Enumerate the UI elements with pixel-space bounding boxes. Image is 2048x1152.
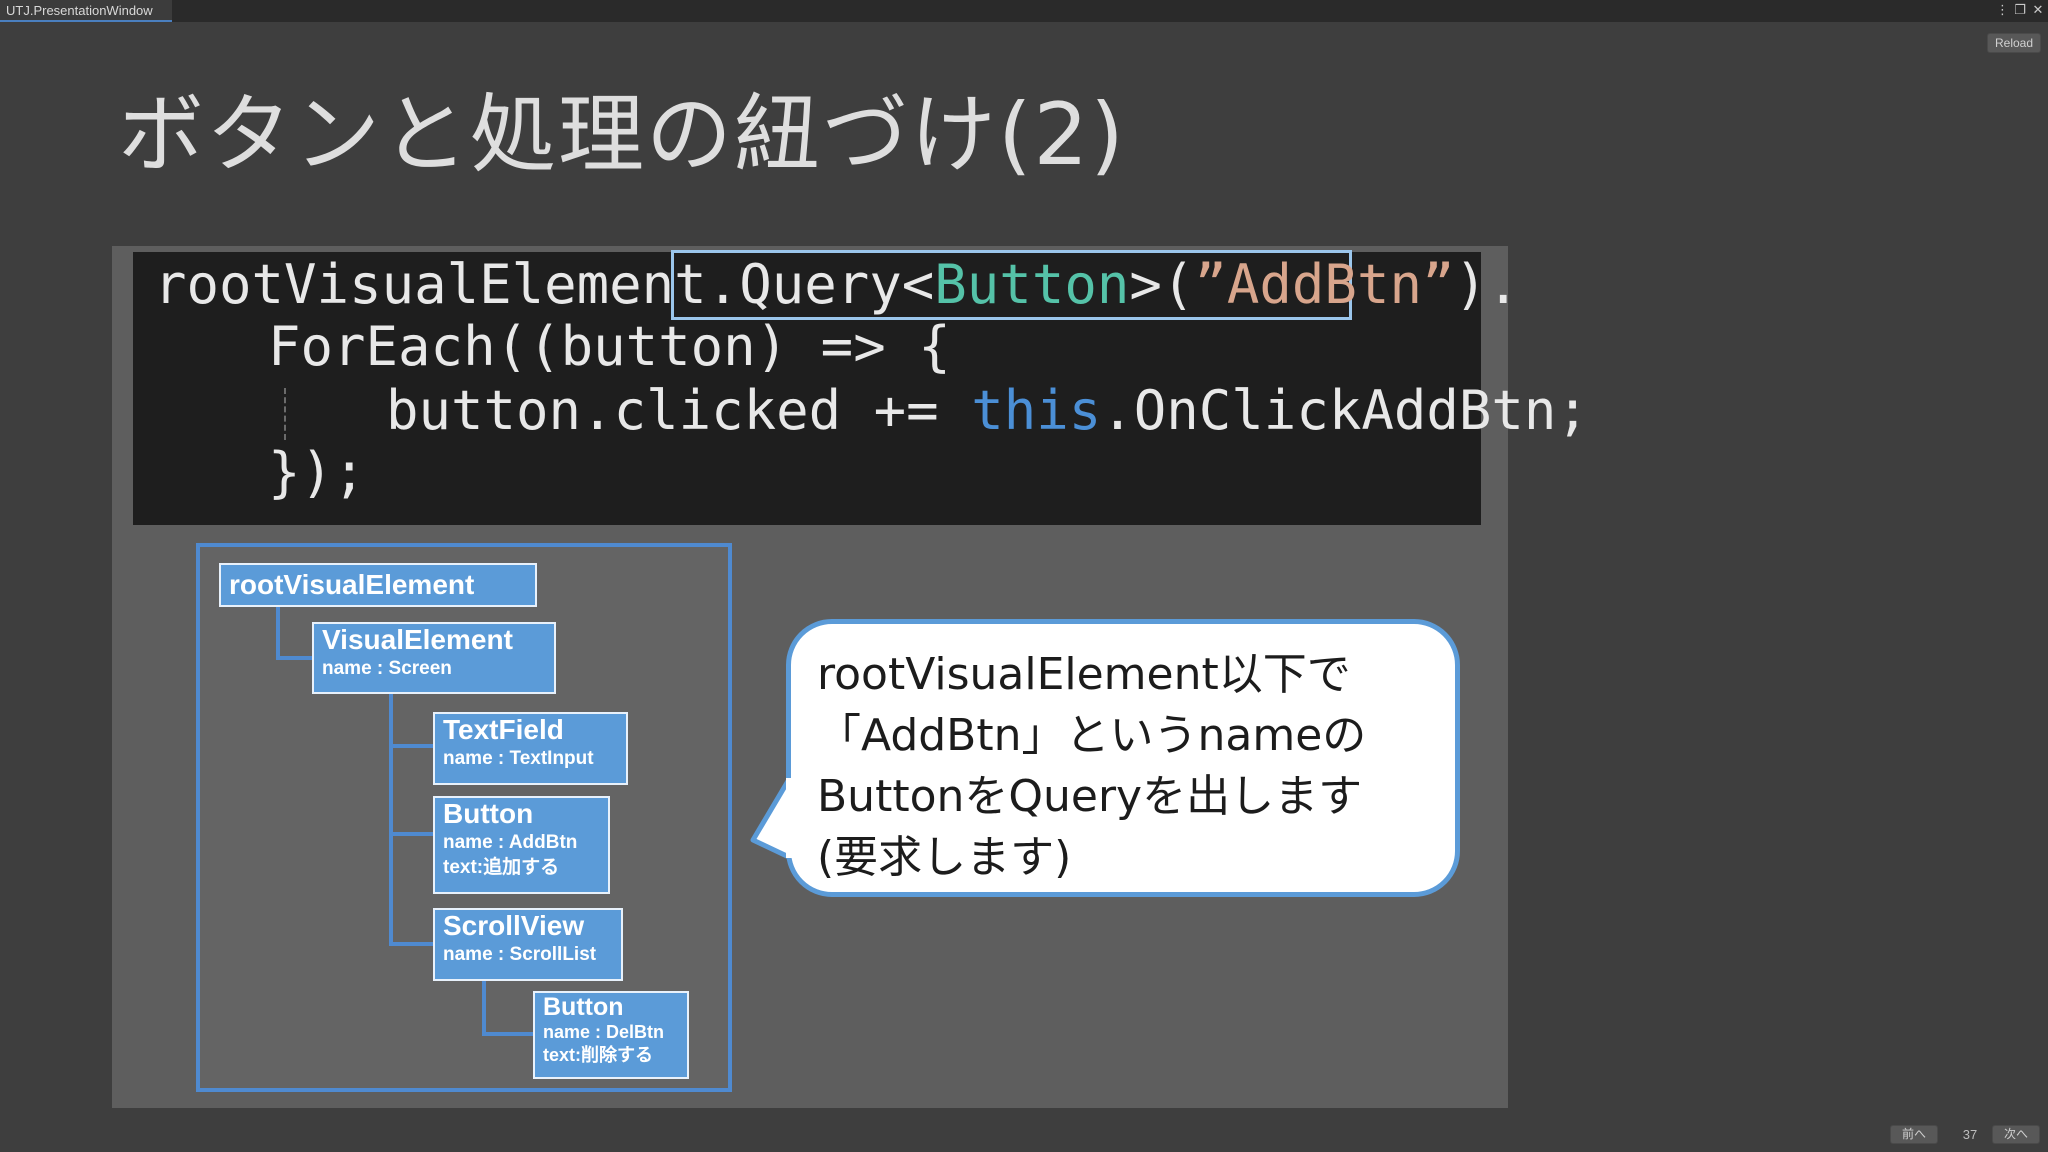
tree-node-del-button: Button name : DelBtn text:削除する	[533, 991, 689, 1079]
title-bar: UTJ.PresentationWindow ⋮ ❐ ✕	[0, 0, 2048, 22]
tree-connector	[276, 656, 314, 660]
node-title: TextField	[443, 714, 564, 745]
tree-node-add-button: Button name : AddBtn text:追加する	[433, 796, 610, 894]
code-line-3: button.clicked += this.OnClickAddBtn;	[386, 380, 1589, 442]
tree-connector	[482, 980, 486, 1036]
code-dot: .	[1487, 253, 1520, 316]
code-type-button: Button	[934, 253, 1130, 316]
close-icon[interactable]: ✕	[2032, 0, 2044, 22]
next-slide-button[interactable]: 次へ	[1992, 1125, 2040, 1144]
indent-guide	[284, 388, 286, 440]
node-title: Button	[543, 993, 624, 1021]
node-title: ScrollView	[443, 910, 585, 941]
tree-connector	[482, 1032, 534, 1036]
tree-node-visual-element: VisualElement name : Screen	[312, 622, 556, 694]
node-text: text:追加する	[443, 857, 560, 878]
tree-connector	[389, 832, 435, 836]
code-paren-close: )	[1454, 253, 1487, 316]
window-tab[interactable]: UTJ.PresentationWindow	[0, 0, 172, 22]
callout-line: (要求します)	[817, 832, 1072, 883]
tree-connector	[389, 744, 435, 748]
code-string-addbtn: ”AddBtn”	[1194, 253, 1455, 316]
callout-line: rootVisualElement以下で	[817, 649, 1351, 700]
tree-node-root: rootVisualElement	[219, 563, 537, 607]
reload-button[interactable]: Reload	[1987, 33, 2041, 53]
tree-node-scrollview: ScrollView name : ScrollList	[433, 908, 623, 981]
code-query-method: Query<	[739, 253, 935, 316]
node-name: name : TextInput	[443, 748, 594, 769]
tree-node-textfield: TextField name : TextInput	[433, 712, 628, 785]
code-clicked: button.clicked +=	[386, 379, 972, 442]
code-line-2: ForEach((button) => {	[268, 315, 951, 378]
prev-slide-button[interactable]: 前へ	[1890, 1125, 1938, 1144]
callout-line: ButtonをQueryを出します	[817, 771, 1363, 822]
node-title: rootVisualElement	[229, 569, 475, 600]
tree-connector	[389, 694, 393, 946]
code-line-4: });	[268, 441, 366, 504]
code-paren-open: >(	[1129, 253, 1195, 316]
tree-connector	[276, 606, 280, 660]
node-title: VisualElement	[322, 624, 513, 655]
page-number: 37	[1962, 1127, 1978, 1142]
window-controls: ⋮ ❐ ✕	[1996, 0, 2044, 22]
node-title: Button	[443, 798, 534, 829]
callout-bubble: rootVisualElement以下で 「AddBtn」というnameの Bu…	[786, 619, 1460, 897]
node-name: name : AddBtn	[443, 832, 578, 853]
slide-title: ボタンと処理の紐づけ(2)	[118, 85, 1126, 185]
code-this-keyword: this	[971, 379, 1102, 442]
callout-line: 「AddBtn」というnameの	[817, 710, 1367, 761]
menu-icon[interactable]: ⋮	[1996, 0, 2009, 22]
node-name: name : DelBtn	[543, 1022, 665, 1042]
callout-join	[786, 778, 794, 858]
node-text: text:削除する	[543, 1045, 654, 1065]
code-handler: .OnClickAddBtn;	[1101, 379, 1589, 442]
tree-connector	[389, 942, 435, 946]
node-name: name : Screen	[322, 658, 452, 679]
node-name: name : ScrollList	[443, 944, 597, 965]
code-root-ref: rootVisualElement.	[154, 253, 740, 316]
code-line-1: rootVisualElement.Query<Button>(”AddBtn”…	[154, 254, 1520, 316]
maximize-icon[interactable]: ❐	[2014, 0, 2026, 22]
